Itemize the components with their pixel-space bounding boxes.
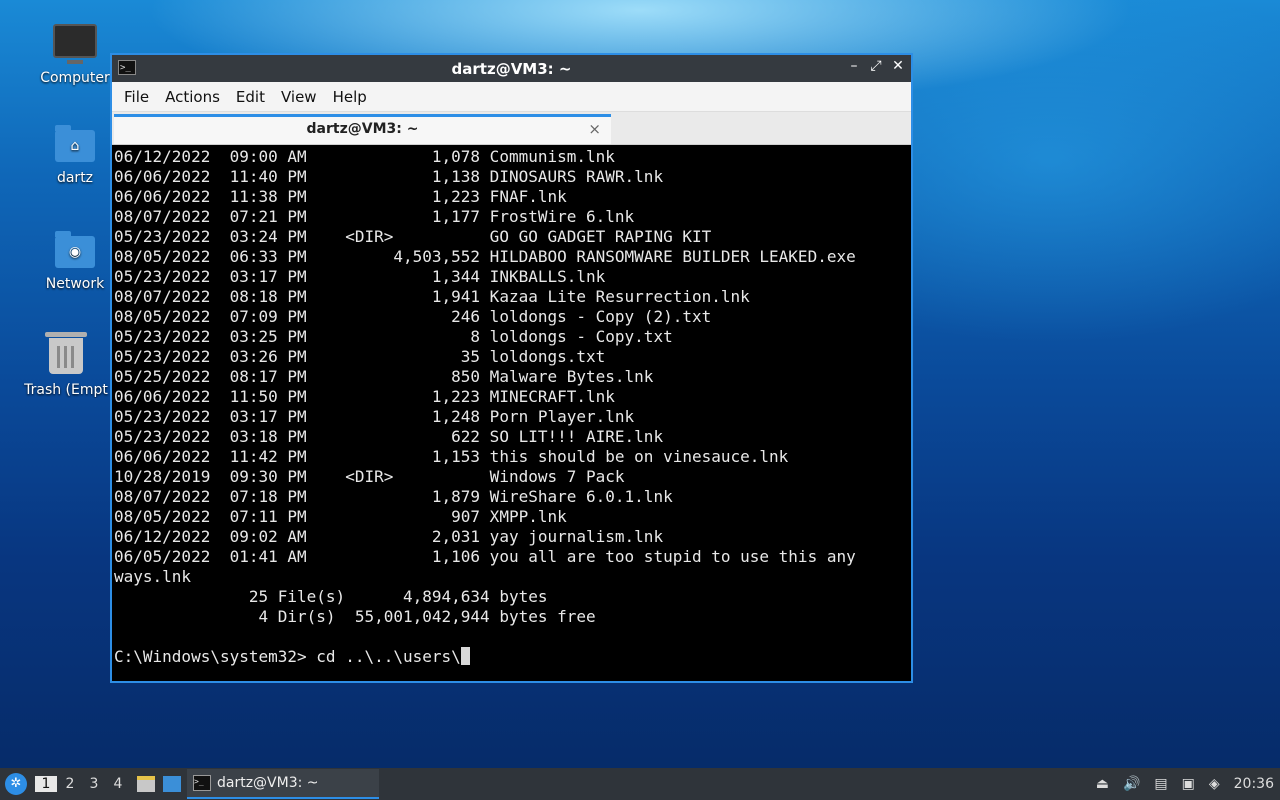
- tab-label: dartz@VM3: ~: [306, 121, 419, 137]
- terminal-line: 08/05/2022 07:09 PM 246 loldongs - Copy …: [114, 307, 712, 326]
- clipboard-icon[interactable]: ▤: [1154, 776, 1167, 792]
- terminal-line: 06/12/2022 09:02 AM 2,031 yay journalism…: [114, 527, 664, 546]
- menu-file[interactable]: File: [116, 88, 157, 106]
- terminal-prompt-line[interactable]: C:\Windows\system32> cd ..\..\users\: [114, 647, 911, 667]
- workspace-3[interactable]: 3: [83, 776, 105, 792]
- network-icon[interactable]: ▣: [1182, 776, 1195, 792]
- terminal-line: 08/07/2022 07:18 PM 1,879 WireShare 6.0.…: [114, 487, 673, 506]
- terminal-line: 05/23/2022 03:18 PM 622 SO LIT!!! AIRE.l…: [114, 427, 664, 446]
- terminal-prompt: C:\Windows\system32> cd ..\..\users\: [114, 647, 461, 666]
- terminal-line: 06/06/2022 11:50 PM 1,223 MINECRAFT.lnk: [114, 387, 615, 406]
- start-menu-icon[interactable]: ✲: [5, 773, 27, 795]
- terminal-line: 05/25/2022 08:17 PM 850 Malware Bytes.ln…: [114, 367, 654, 386]
- menu-edit[interactable]: Edit: [228, 88, 273, 106]
- close-button[interactable]: ✕: [891, 58, 905, 74]
- show-desktop-icon[interactable]: [163, 776, 181, 792]
- workspace-2[interactable]: 2: [59, 776, 81, 792]
- terminal-line: 08/05/2022 07:11 PM 907 XMPP.lnk: [114, 507, 567, 526]
- terminal-line: 05/23/2022 03:17 PM 1,248 Porn Player.ln…: [114, 407, 635, 426]
- volume-icon[interactable]: 🔊: [1123, 776, 1140, 792]
- workspace-4[interactable]: 4: [107, 776, 129, 792]
- taskbar: ✲ 1 2 3 4 >_ dartz@VM3: ~ ⏏ 🔊 ▤ ▣ ◈ 20:3…: [0, 768, 1280, 800]
- computer-icon: [53, 24, 97, 64]
- window-title: dartz@VM3: ~: [451, 59, 572, 78]
- terminal-line: 06/06/2022 11:38 PM 1,223 FNAF.lnk: [114, 187, 567, 206]
- tab-bar: dartz@VM3: ~ ×: [112, 112, 911, 145]
- terminal-line: 08/07/2022 08:18 PM 1,941 Kazaa Lite Res…: [114, 287, 750, 306]
- menu-actions[interactable]: Actions: [157, 88, 228, 106]
- home-folder-icon: ⌂: [55, 125, 95, 162]
- maximize-button[interactable]: ⤢: [869, 58, 883, 74]
- menu-view[interactable]: View: [273, 88, 325, 106]
- desktop-icon-trash[interactable]: Trash (Empt: [18, 332, 114, 398]
- task-label: dartz@VM3: ~: [217, 775, 319, 791]
- menu-bar: File Actions Edit View Help: [112, 82, 911, 112]
- terminal-line: 06/05/2022 01:41 AM 1,106 you all are to…: [114, 547, 856, 566]
- tab-terminal[interactable]: dartz@VM3: ~ ×: [114, 114, 611, 144]
- file-manager-icon[interactable]: [137, 776, 155, 792]
- terminal-line: 06/06/2022 11:42 PM 1,153 this should be…: [114, 447, 789, 466]
- clock[interactable]: 20:36: [1234, 776, 1274, 792]
- update-icon[interactable]: ◈: [1209, 776, 1220, 792]
- terminal-line: 08/07/2022 07:21 PM 1,177 FrostWire 6.ln…: [114, 207, 635, 226]
- eject-icon[interactable]: ⏏: [1096, 776, 1109, 792]
- terminal-line: 4 Dir(s) 55,001,042,944 bytes free: [114, 607, 596, 626]
- terminal-line: 10/28/2019 09:30 PM <DIR> Windows 7 Pack: [114, 467, 625, 486]
- trash-icon: [45, 332, 87, 374]
- terminal-task-icon: >_: [193, 775, 211, 791]
- text-cursor: [460, 647, 470, 665]
- menu-help[interactable]: Help: [325, 88, 375, 106]
- terminal-app-icon[interactable]: >_: [118, 60, 136, 75]
- terminal-line: 08/05/2022 06:33 PM 4,503,552 HILDABOO R…: [114, 247, 856, 266]
- terminal-window: >_ dartz@VM3: ~ – ⤢ ✕ File Actions Edit …: [110, 53, 913, 683]
- desktop-icon-label: Trash (Empt: [24, 382, 108, 398]
- terminal-output[interactable]: 06/12/2022 09:00 AM 1,078 Communism.lnk 0…: [114, 147, 911, 681]
- workspace-1[interactable]: 1: [35, 776, 57, 792]
- terminal-line: 05/23/2022 03:25 PM 8 loldongs - Copy.tx…: [114, 327, 673, 346]
- system-tray: ⏏ 🔊 ▤ ▣ ◈ 20:36: [1096, 776, 1280, 792]
- terminal-line: ways.lnk: [114, 567, 192, 586]
- taskbar-task-terminal[interactable]: >_ dartz@VM3: ~: [187, 769, 379, 799]
- tab-close-icon[interactable]: ×: [588, 117, 601, 141]
- window-titlebar[interactable]: >_ dartz@VM3: ~ – ⤢ ✕: [112, 55, 911, 82]
- terminal-line: 05/23/2022 03:17 PM 1,344 INKBALLS.lnk: [114, 267, 606, 286]
- network-folder-icon: ◉: [55, 231, 95, 268]
- minimize-button[interactable]: –: [847, 58, 861, 74]
- terminal-line: 06/06/2022 11:40 PM 1,138 DINOSAURS RAWR…: [114, 167, 664, 186]
- terminal-line: 06/12/2022 09:00 AM 1,078 Communism.lnk: [114, 147, 615, 166]
- terminal-line: 05/23/2022 03:26 PM 35 loldongs.txt: [114, 347, 606, 366]
- terminal-line: 05/23/2022 03:24 PM <DIR> GO GO GADGET R…: [114, 227, 712, 246]
- terminal-line: 25 File(s) 4,894,634 bytes: [114, 587, 548, 606]
